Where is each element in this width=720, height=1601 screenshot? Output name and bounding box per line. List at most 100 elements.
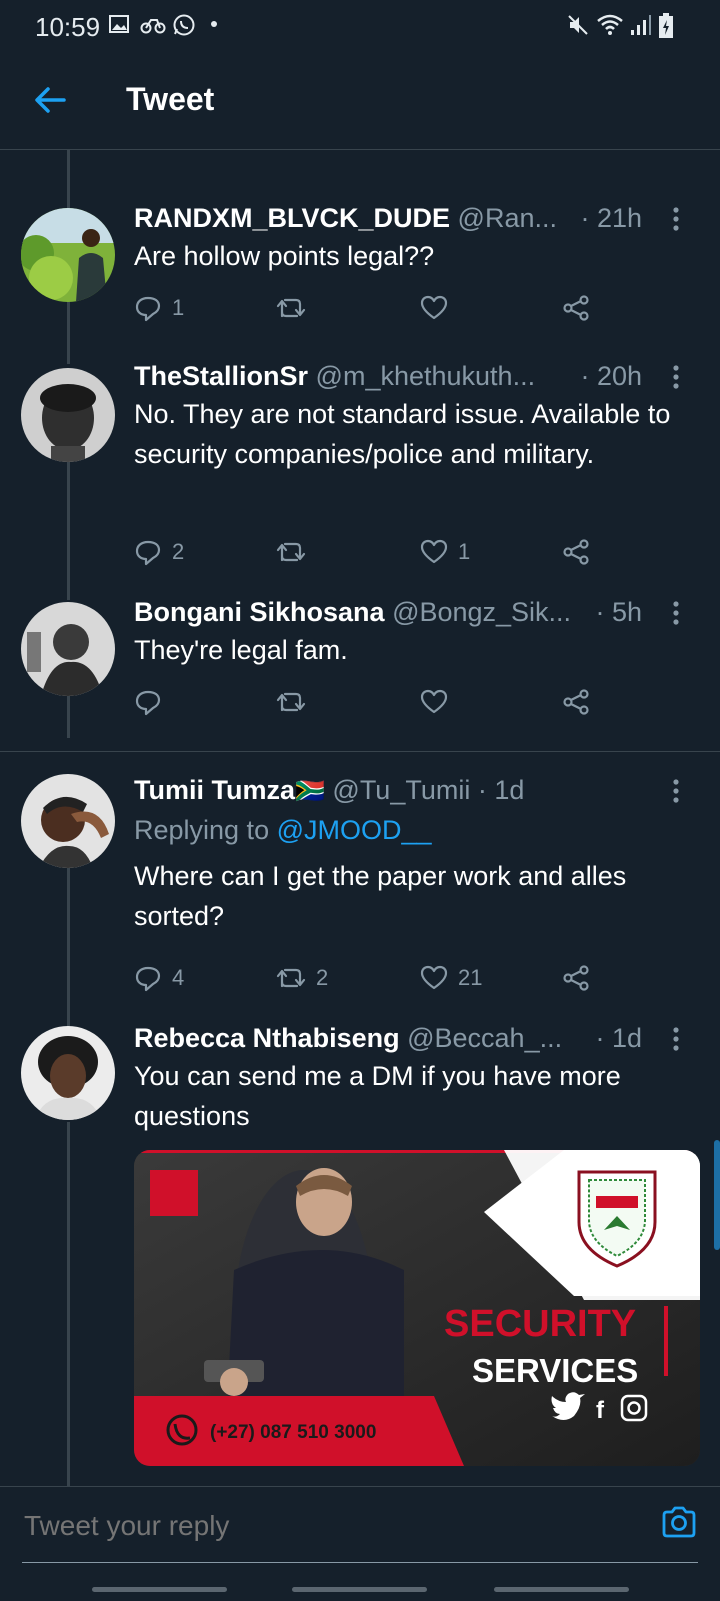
- like-icon: [420, 295, 448, 320]
- nav-recents[interactable]: [92, 1587, 227, 1592]
- thread-divider: [0, 751, 720, 752]
- tweet-time: · 1d: [595, 1023, 642, 1053]
- reply-button[interactable]: 4: [134, 960, 184, 996]
- retweet-button[interactable]: [276, 534, 316, 570]
- tweet[interactable]: TheStallionSr @m_khethukuth... · 20h No.…: [0, 358, 720, 578]
- reply-count: 2: [172, 539, 185, 564]
- display-name[interactable]: TheStallionSr: [134, 361, 308, 391]
- battery-icon: [659, 13, 673, 38]
- user-handle[interactable]: @Bongz_Sik...: [392, 597, 571, 627]
- tweet-text: No. They are not standard issue. Availab…: [134, 399, 671, 469]
- like-icon: [420, 965, 448, 990]
- more-options-icon[interactable]: [672, 364, 680, 390]
- reply-icon: [135, 966, 161, 992]
- share-button[interactable]: [562, 534, 590, 570]
- like-button[interactable]: 1: [420, 534, 470, 570]
- mute-icon: [568, 15, 588, 35]
- tweet[interactable]: Rebecca Nthabiseng @Beccah_... · 1d You …: [0, 1020, 720, 1160]
- avatar[interactable]: [21, 774, 115, 868]
- more-options-icon[interactable]: [672, 600, 680, 626]
- tweet-time: · 5h: [595, 597, 642, 627]
- avatar[interactable]: [21, 1026, 115, 1120]
- share-icon: [563, 295, 589, 321]
- scrollbar-thumb[interactable]: [714, 1140, 720, 1250]
- tweet-time: · 1d: [477, 775, 525, 805]
- display-name[interactable]: Rebecca Nthabiseng: [134, 1023, 400, 1053]
- like-count: 21: [458, 965, 483, 990]
- phone-number: (+27) 087 510 3000: [210, 1422, 376, 1443]
- avatar-image: [21, 774, 115, 868]
- user-handle[interactable]: @Tu_Tumii: [332, 775, 470, 805]
- whatsapp-icon: [173, 14, 195, 36]
- status-bar: 10:59: [0, 0, 720, 56]
- like-icon: [420, 689, 448, 714]
- reply-count: 1: [172, 295, 185, 320]
- avatar[interactable]: [21, 368, 115, 462]
- nav-home[interactable]: [292, 1587, 427, 1592]
- tweet-header: Tumii Tumza🇿🇦 @Tu_Tumii · 1d: [134, 772, 654, 810]
- app-bar: Tweet: [0, 56, 720, 150]
- more-options-icon[interactable]: [672, 206, 680, 232]
- tweet-header: TheStallionSr @m_khethukuth...: [134, 358, 654, 394]
- display-name[interactable]: Tumii Tumza: [134, 775, 295, 805]
- avatar-image: [21, 602, 115, 696]
- share-icon: [563, 689, 589, 715]
- share-button[interactable]: [562, 684, 590, 720]
- subheadline: SERVICES: [472, 1352, 638, 1389]
- more-options-icon[interactable]: [672, 778, 680, 804]
- tweet-text: You can send me a DM if you have more qu…: [134, 1061, 621, 1131]
- wifi-icon: [597, 14, 623, 35]
- input-underline: [22, 1562, 698, 1563]
- share-button[interactable]: [562, 960, 590, 996]
- avatar[interactable]: [21, 208, 115, 302]
- tweet-media-image[interactable]: (+27) 087 510 3000 SECURITY SERVICES f: [134, 1150, 700, 1466]
- retweet-button[interactable]: [276, 684, 316, 720]
- tweet-header: RANDXM_BLVCK_DUDE @Ran...: [134, 200, 654, 236]
- avatar-image: [21, 208, 115, 302]
- reply-composer: [0, 1486, 720, 1601]
- like-button[interactable]: [420, 684, 458, 720]
- user-handle[interactable]: @m_khethukuth...: [316, 361, 536, 391]
- like-button[interactable]: 21: [420, 960, 482, 996]
- tweet-header: Bongani Sikhosana @Bongz_Sik...: [134, 594, 654, 630]
- page-title: Tweet: [126, 81, 215, 117]
- thread-line: [67, 1122, 70, 1486]
- more-options-icon[interactable]: [672, 1026, 680, 1052]
- reply-button[interactable]: 1: [134, 290, 184, 326]
- reply-button[interactable]: 2: [134, 534, 184, 570]
- reply-icon: [135, 540, 161, 566]
- tweet-header: Rebecca Nthabiseng @Beccah_...: [134, 1020, 654, 1056]
- tweet[interactable]: RANDXM_BLVCK_DUDE @Ran... · 21h Are holl…: [0, 200, 720, 340]
- camera-icon[interactable]: [660, 1503, 698, 1541]
- like-button[interactable]: [420, 290, 458, 326]
- retweet-icon: [276, 968, 306, 988]
- reply-icon: [135, 296, 161, 322]
- tweet-time: · 20h: [580, 361, 642, 391]
- display-name[interactable]: RANDXM_BLVCK_DUDE: [134, 203, 450, 233]
- user-handle[interactable]: @Ran...: [458, 203, 557, 233]
- security-services-ad: (+27) 087 510 3000 SECURITY SERVICES f: [134, 1150, 700, 1466]
- avatar[interactable]: [21, 602, 115, 696]
- share-icon: [563, 965, 589, 991]
- status-time: 10:59: [35, 12, 101, 42]
- retweet-count: 2: [316, 965, 329, 990]
- tweet-actions: [134, 684, 614, 720]
- notification-dot-icon: [211, 21, 217, 27]
- reply-button[interactable]: [134, 684, 172, 720]
- avatar-image: [21, 368, 115, 462]
- red-square: [150, 1170, 198, 1216]
- mention-link[interactable]: @JMOOD__: [277, 815, 432, 845]
- tweet[interactable]: Tumii Tumza🇿🇦 @Tu_Tumii · 1d Replying to…: [0, 772, 720, 1002]
- display-name[interactable]: Bongani Sikhosana: [134, 597, 385, 627]
- retweet-button[interactable]: 2: [276, 960, 328, 996]
- flag-emoji: 🇿🇦: [295, 778, 325, 805]
- reply-count: 4: [172, 965, 185, 990]
- reply-input[interactable]: [22, 1505, 676, 1547]
- tweet-text: Are hollow points legal??: [134, 241, 435, 271]
- share-button[interactable]: [562, 290, 590, 326]
- back-arrow-icon[interactable]: [30, 80, 70, 120]
- nav-back[interactable]: [494, 1587, 629, 1592]
- tweet[interactable]: Bongani Sikhosana @Bongz_Sik... · 5h The…: [0, 594, 720, 734]
- retweet-button[interactable]: [276, 290, 316, 326]
- user-handle[interactable]: @Beccah_...: [407, 1023, 562, 1053]
